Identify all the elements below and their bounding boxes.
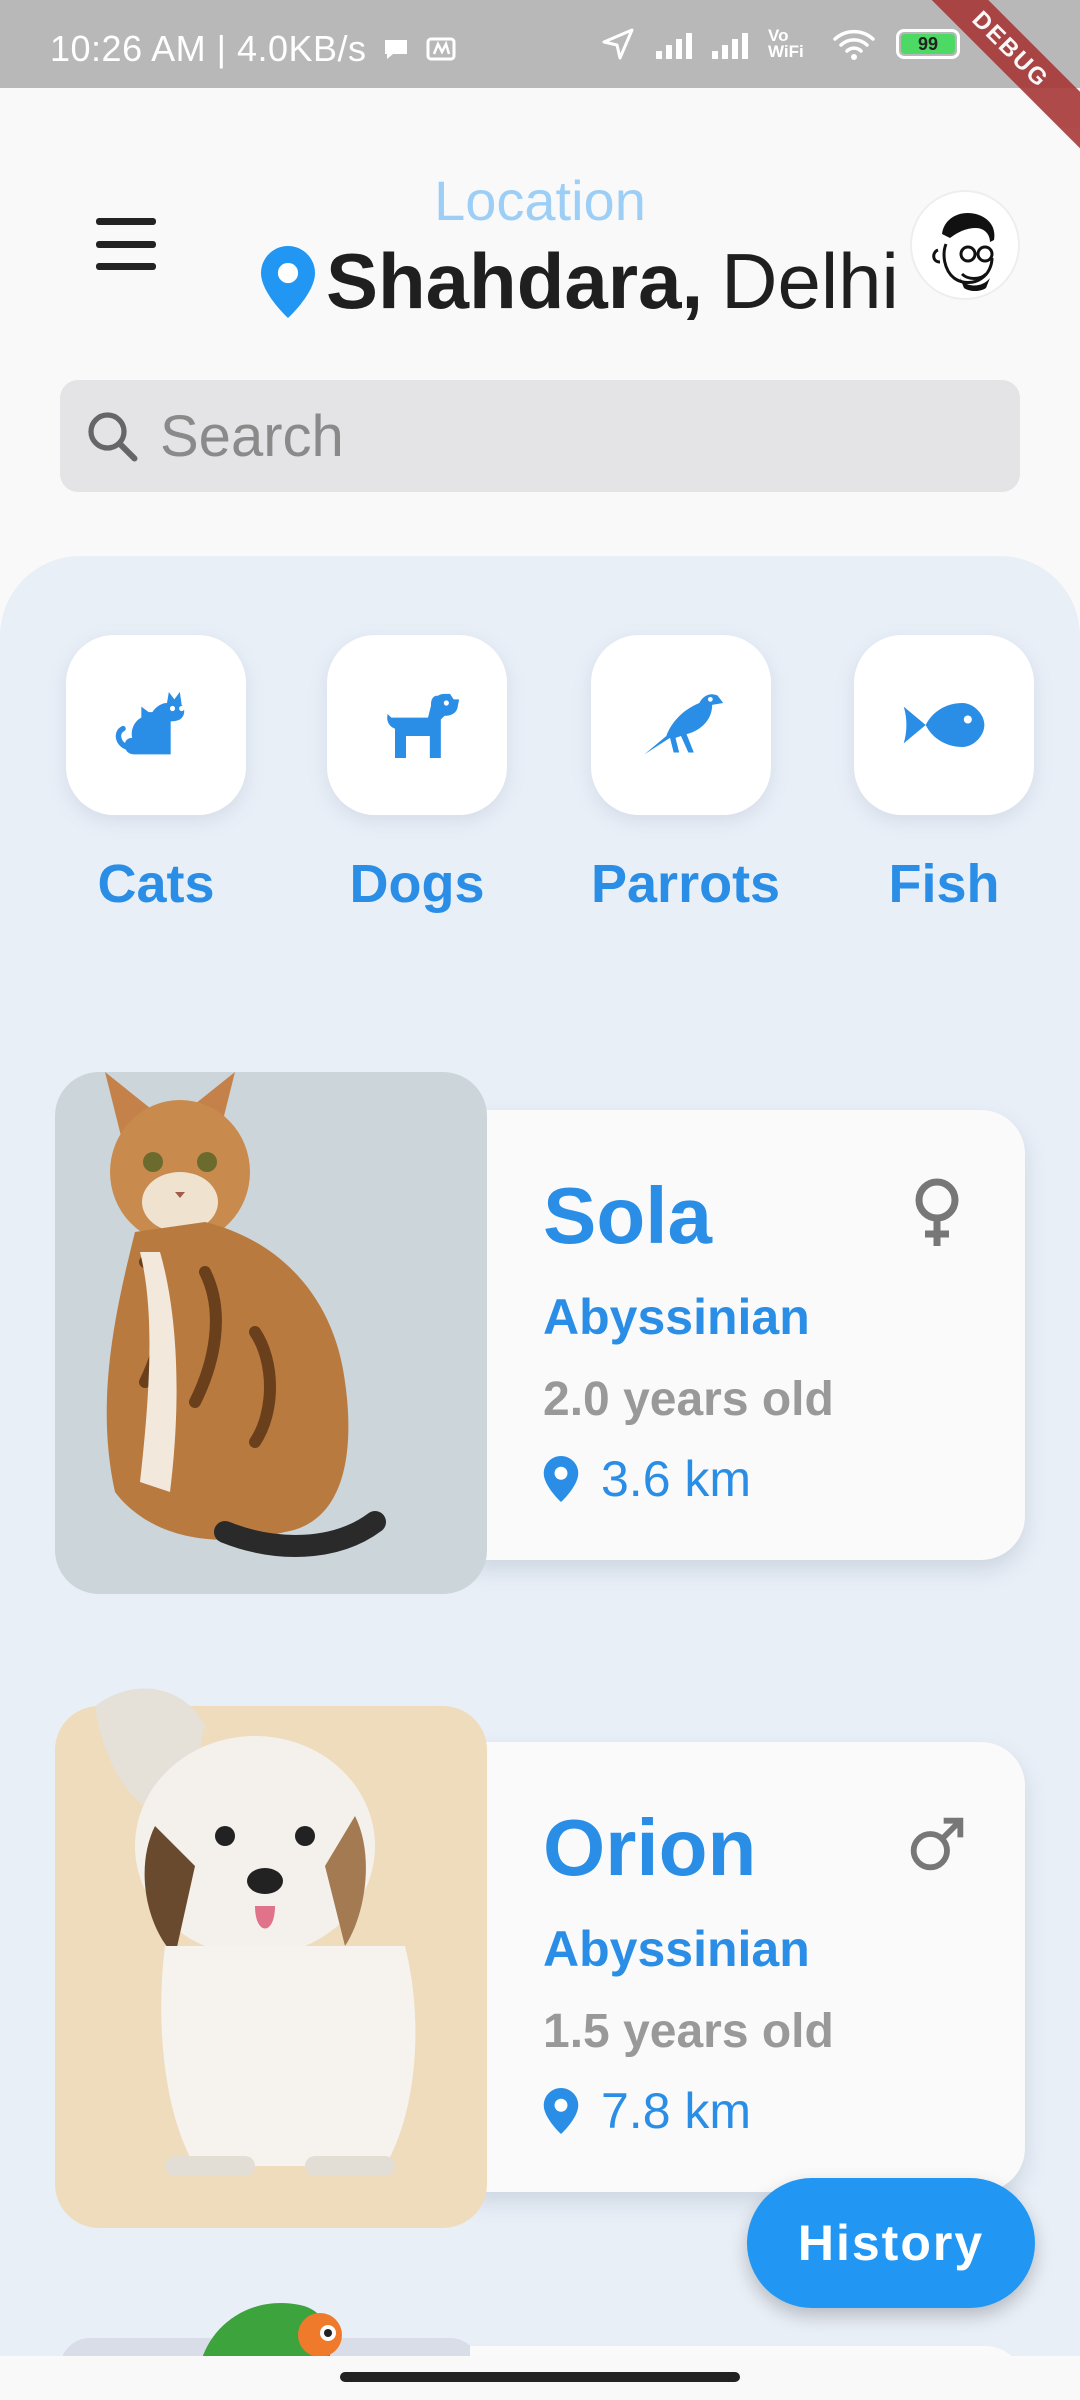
fish-icon [903,703,985,747]
pet-name: Sola [543,1171,712,1260]
category-fish[interactable]: Fish [854,635,1034,915]
pet-distance-value: 3.6 km [601,1451,752,1507]
search-icon [88,412,138,462]
category-label: Dogs [349,854,485,914]
avatar-face-icon [932,212,995,291]
cat-photo [105,1072,386,1557]
wifi-icon [833,29,875,60]
pet-distance: 7.8 km [543,2082,751,2140]
chat-notification-icon [384,40,407,59]
pet-distance-value: 7.8 km [601,2083,752,2139]
status-time-speed: 10:26 AM | 4.0KB/s [50,28,367,69]
cat-icon [115,692,185,755]
pet-age: 1.5 years old [543,2005,834,2058]
vowifi-label: Vo WiFi [768,26,804,61]
category-tile[interactable] [591,635,771,815]
pet-distance: 3.6 km [543,1450,751,1508]
debug-banner: DEBUG [896,0,1080,164]
parrot-photo [200,2303,342,2365]
search-input[interactable] [160,402,960,470]
avatar[interactable] [910,190,1020,300]
pet-breed: Abyssinian [543,1921,810,1977]
category-dogs[interactable]: Dogs [327,635,507,915]
signal-icon-2 [712,29,748,59]
category-parrots[interactable]: Parrots [591,635,781,915]
bird-icon [644,694,724,755]
location-arrow-icon [602,28,634,60]
status-right: Vo WiFi 99 [600,26,960,62]
battery-level: 99 [901,34,955,54]
search-bar[interactable] [60,380,1020,492]
category-tile[interactable] [327,635,507,815]
category-label: Cats [97,854,215,914]
pet-photo-sola[interactable] [55,1072,487,1594]
history-button[interactable]: History [747,2178,1035,2308]
female-icon [915,1178,959,1246]
pet-photo-orion[interactable] [55,1688,487,2228]
status-bar: 10:26 AM | 4.0KB/s Vo WiFi 99 DEBUG [0,0,1080,164]
location-state: Delhi [721,237,899,325]
location-pin-icon [261,245,315,318]
pet-age: 2.0 years old [543,1373,834,1426]
category-tile[interactable] [854,635,1034,815]
status-left: 10:26 AM | 4.0KB/s [50,28,457,70]
pet-name: Orion [543,1803,757,1892]
category-tile[interactable] [66,635,246,815]
location-selector[interactable]: Shahdara, Delhi [260,236,899,327]
male-icon [910,1817,964,1871]
app-notification-icon [426,37,456,61]
category-label: Parrots [591,854,781,914]
app-screen: 10:26 AM | 4.0KB/s Vo WiFi 99 DEBUG Loca… [0,0,1080,2400]
pet-info-card[interactable]: Sola Abyssinian 2.0 years old 3.6 km [470,1110,1025,1560]
location-pin-icon [543,1456,579,1502]
battery-icon: 99 [896,29,960,59]
category-cats[interactable]: Cats [66,635,246,915]
dog-icon [387,693,460,758]
signal-icon [656,29,692,59]
pet-breed: Abyssinian [543,1289,810,1345]
category-label: Fish [888,854,1000,914]
pet-info-card[interactable]: Orion Abyssinian 1.5 years old 7.8 km [470,1742,1025,2192]
home-indicator[interactable] [340,2372,740,2382]
dog-photo [95,1688,416,2176]
location-city: Shahdara, [326,237,704,325]
location-pin-icon [543,2088,579,2134]
